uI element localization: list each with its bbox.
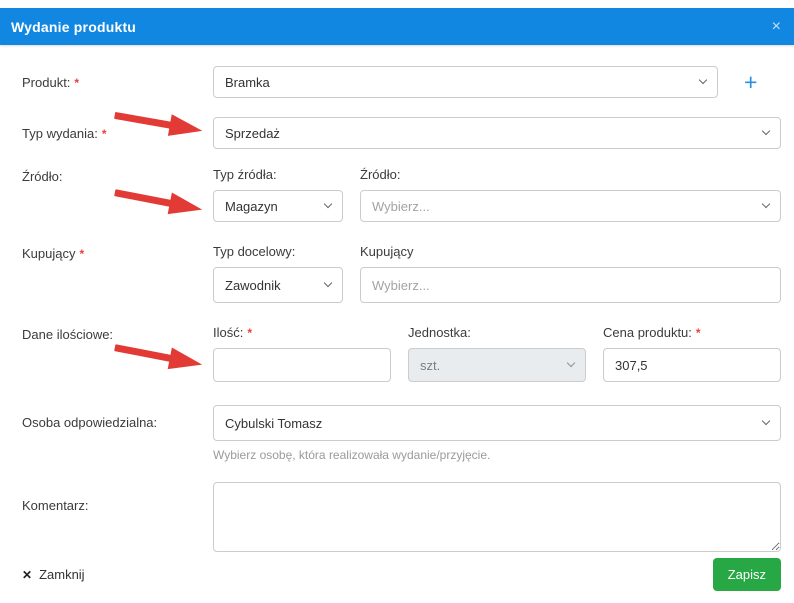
required-asterisk: * [695,326,701,340]
close-icon[interactable]: × [772,18,781,35]
osoba-odpowiedzialna-label: Osoba odpowiedzialna: [22,415,158,430]
osoba-odpowiedzialna-select[interactable]: Cybulski Tomasz [213,405,781,441]
row-komentarz: Komentarz: [22,482,781,552]
modal-header: Wydanie produktu × [0,8,794,45]
modal-footer: ✕ Zamknij Zapisz [22,558,781,591]
chevron-down-icon [323,199,333,209]
chevron-down-icon [566,358,576,368]
jednostka-select: szt. [408,348,586,382]
modal-body: Produkt: * Bramka + Typ wydania: * Sprzeda… [0,45,794,552]
chevron-down-icon [698,75,708,85]
ilosc-input[interactable] [213,348,391,382]
required-asterisk: * [247,326,253,340]
kupujacy-input[interactable] [360,267,781,303]
required-asterisk: * [79,247,85,261]
required-asterisk: * [101,126,107,141]
typ-wydania-label: Typ wydania: * [22,125,107,141]
cena-produktu-input[interactable] [603,348,781,382]
zamknij-button[interactable]: ✕ Zamknij [22,567,85,582]
row-kupujacy: Kupujący * Typ docelowy: Zawodnik Kupując… [22,244,781,303]
cena-produktu-label: Cena produktu: * [603,325,701,340]
row-typ-wydania: Typ wydania: * Sprzedaż [22,117,781,149]
chevron-down-icon [761,199,771,209]
dane-ilosciowe-label: Dane ilościowe: [22,327,114,342]
ilosc-label: Ilość: * [213,325,253,340]
typ-zrodla-select[interactable]: Magazyn [213,190,343,222]
zrodlo-sublabel: Źródło: [360,167,401,182]
kupujacy-label: Kupujący * [22,246,85,261]
row-zrodlo: Źródło: Typ źródła: Magazyn Źródło: Wybi… [22,167,781,222]
zrodlo-select[interactable]: Wybierz... [360,190,781,222]
modal-title: Wydanie produktu [11,18,137,35]
typ-docelowy-select[interactable]: Zawodnik [213,267,343,303]
row-dane-ilosciowe: Dane ilościowe: Ilość:* Jednostka: szt. [22,325,781,382]
close-x-icon: ✕ [22,567,33,582]
produkt-label: Produkt: * [22,74,80,90]
osoba-helper-text: Wybierz osobę, która realizowała wydanie… [213,448,491,462]
chevron-down-icon [761,126,771,136]
required-asterisk: * [74,75,80,90]
komentarz-label: Komentarz: [22,498,89,513]
add-product-button[interactable]: + [744,70,757,94]
modal: Wydanie produktu × Produkt: * Bramka + Ty… [0,0,794,603]
row-osoba-odpowiedzialna: Osoba odpowiedzialna: Cybulski Tomasz Wy… [22,405,781,462]
zamknij-label: Zamknij [39,567,85,582]
zrodlo-label: Źródło: [22,169,63,184]
zapisz-button[interactable]: Zapisz [712,558,781,591]
komentarz-textarea[interactable] [213,482,781,552]
typ-docelowy-label: Typ docelowy: [213,244,296,259]
typ-zrodla-label: Typ źródła: [213,167,277,182]
chevron-down-icon [761,416,771,426]
typ-wydania-select[interactable]: Sprzedaż [213,117,781,149]
jednostka-label: Jednostka: [408,325,471,340]
chevron-down-icon [323,278,333,288]
produkt-select[interactable]: Bramka [213,66,718,98]
kupujacy-sublabel: Kupujący [360,244,414,259]
row-produkt: Produkt: * Bramka + [22,66,781,98]
